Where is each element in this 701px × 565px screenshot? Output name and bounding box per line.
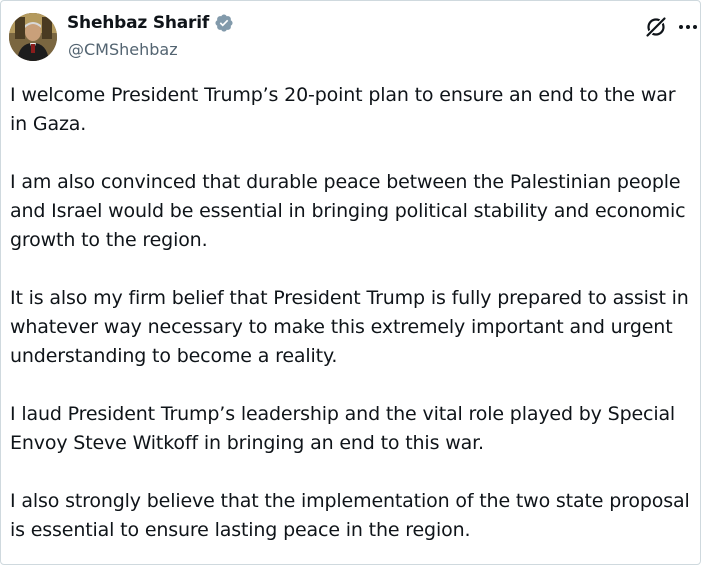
avatar[interactable]: [9, 13, 57, 61]
post-paragraph: I laud President Trump’s leadership and …: [10, 403, 676, 454]
author-name-row: Shehbaz Sharif: [67, 13, 234, 33]
avatar-image: [9, 13, 57, 61]
grok-icon[interactable]: [644, 15, 668, 39]
post-paragraph: I also strongly believe that the impleme…: [10, 490, 690, 541]
more-options-icon[interactable]: [677, 17, 699, 37]
post-paragraph: I welcome President Trump’s 20-point pla…: [10, 84, 676, 135]
author-display-name[interactable]: Shehbaz Sharif: [67, 13, 209, 33]
post-text: I welcome President Trump’s 20-point pla…: [10, 81, 698, 564]
post-paragraph: It is also my firm belief that President…: [10, 287, 689, 367]
verified-badge-icon: [214, 13, 234, 33]
post-card: Shehbaz Sharif @CMShehbaz I welcome Pres…: [0, 0, 701, 565]
author-handle[interactable]: @CMShehbaz: [68, 40, 178, 59]
post-paragraph: I am also convinced that durable peace b…: [10, 171, 686, 251]
